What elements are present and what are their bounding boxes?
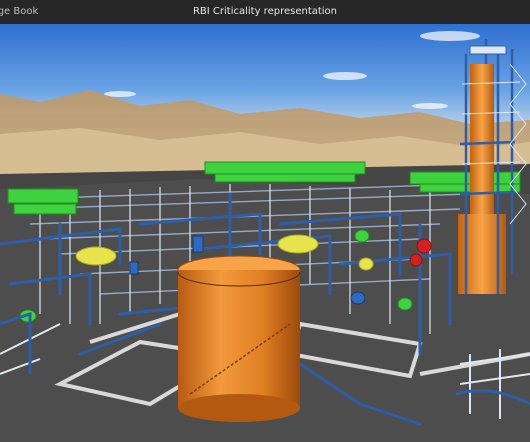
window-title: RBI Criticality representation: [192, 6, 338, 17]
plant-3d-scene[interactable]: [0, 24, 530, 442]
title-bar: Page Book RBI Criticality representation: [0, 0, 530, 24]
3d-viewport[interactable]: [0, 24, 530, 442]
